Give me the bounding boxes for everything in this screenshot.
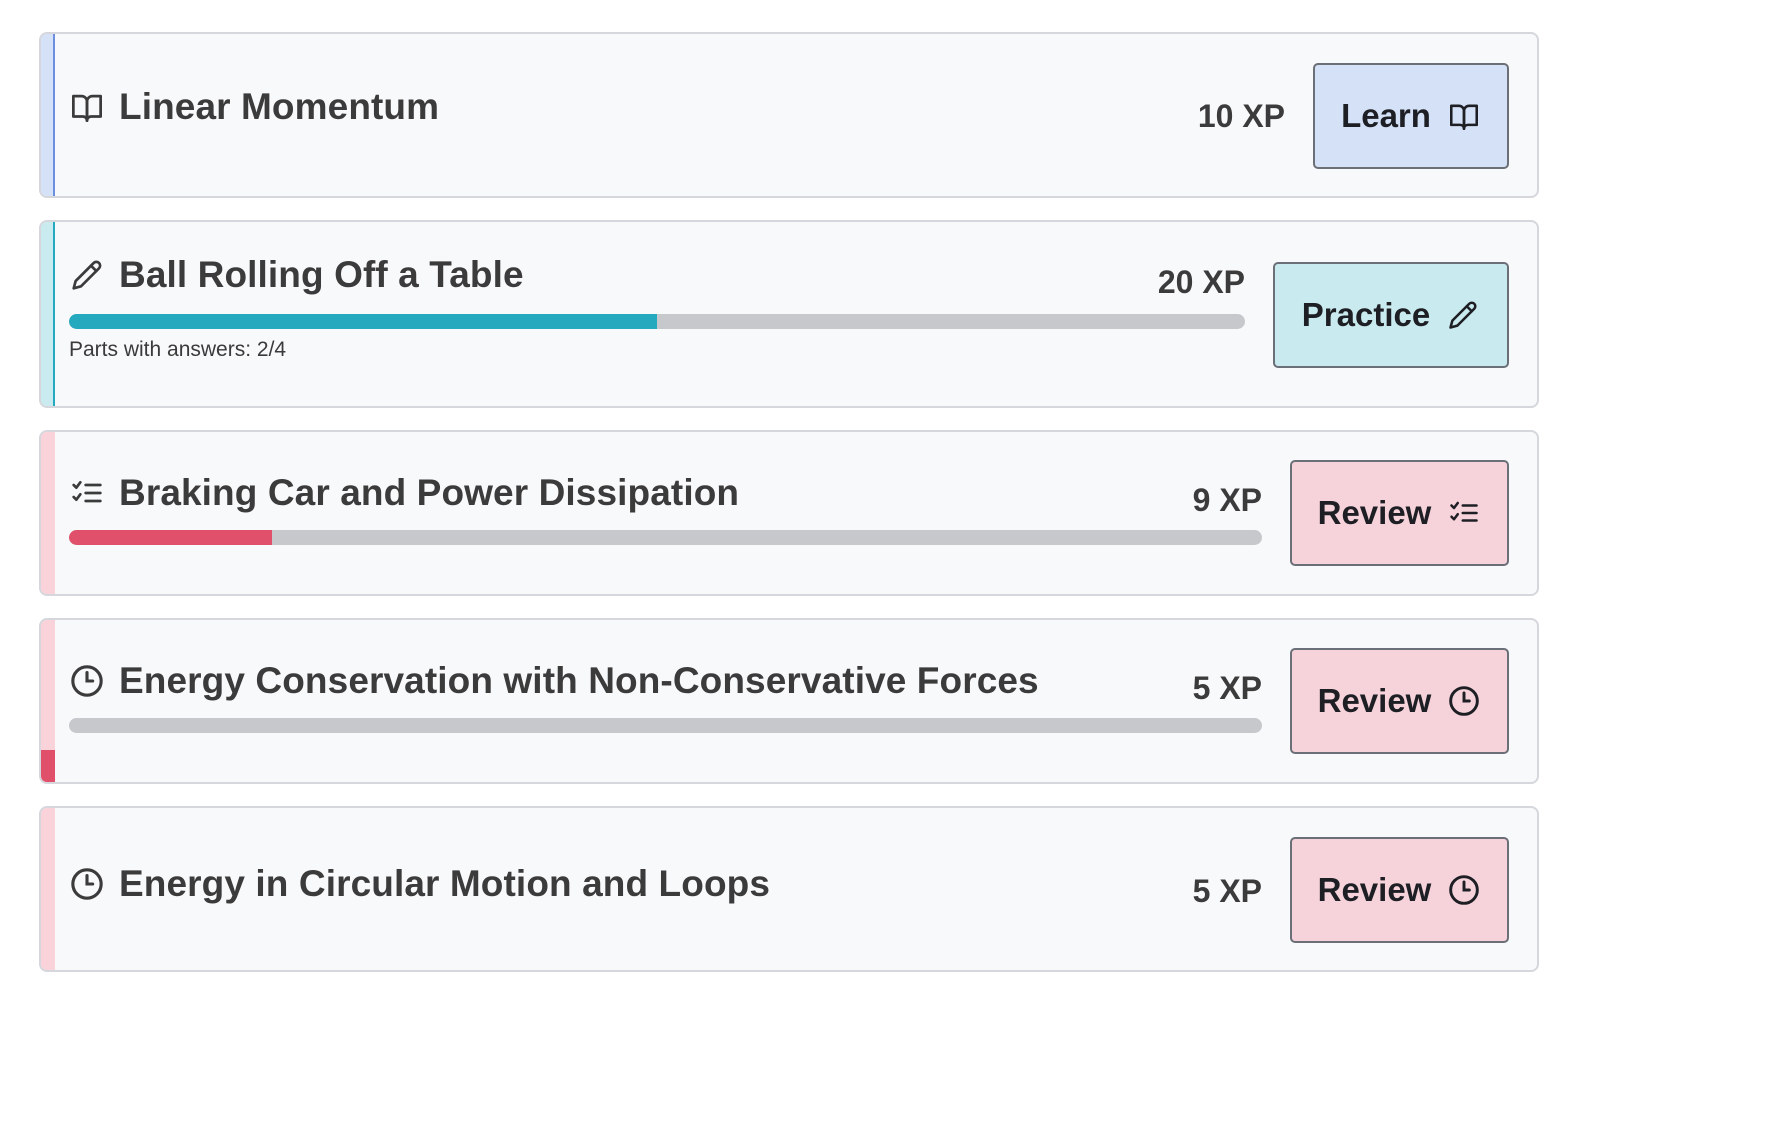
card-accent-stripe [41, 222, 55, 406]
activity-card-linear-momentum: Linear Momentum 10 XP Learn [39, 32, 1539, 198]
clock-icon [1447, 684, 1481, 718]
activity-card-energy-conservation: Energy Conservation with Non-Conservativ… [39, 618, 1539, 784]
book-open-icon [69, 89, 105, 125]
activity-card-braking-car: Braking Car and Power Dissipation 9 XP R… [39, 430, 1539, 596]
pencil-icon [1446, 298, 1480, 332]
progress-bar [69, 530, 1262, 545]
learn-button-label: Learn [1341, 97, 1431, 134]
review-button[interactable]: Review [1290, 460, 1509, 566]
review-button-label: Review [1317, 494, 1432, 531]
review-button-label: Review [1317, 871, 1432, 908]
practice-button-label: Practice [1301, 296, 1431, 333]
activity-title: Braking Car and Power Dissipation [119, 472, 740, 513]
checklist-icon [69, 475, 105, 511]
review-button-label: Review [1317, 682, 1432, 719]
pencil-icon [69, 257, 105, 293]
progress-bar [69, 718, 1262, 733]
card-title-row: Energy in Circular Motion and Loops [69, 863, 770, 905]
review-button[interactable]: Review [1290, 837, 1509, 943]
xp-value: 9 XP [1192, 482, 1262, 518]
clock-icon [69, 663, 105, 699]
card-title-row: Ball Rolling Off a Table [69, 254, 524, 296]
activity-title: Linear Momentum [119, 86, 440, 127]
checklist-icon [1447, 496, 1481, 530]
activity-card-ball-rolling: Ball Rolling Off a Table 20 XP Parts wit… [39, 220, 1539, 408]
book-open-icon [1447, 99, 1481, 133]
card-accent-stripe [41, 34, 55, 196]
stripe-progress-fill [41, 749, 55, 782]
card-accent-stripe [41, 808, 55, 970]
card-title-row: Energy Conservation with Non-Conservativ… [69, 660, 1039, 702]
progress-fill [69, 314, 657, 329]
clock-icon [1447, 873, 1481, 907]
xp-value: 5 XP [1192, 670, 1262, 706]
progress-bar [69, 314, 1245, 329]
xp-value: 5 XP [1192, 873, 1262, 909]
learn-button[interactable]: Learn [1313, 63, 1509, 169]
activity-title: Energy in Circular Motion and Loops [119, 863, 771, 904]
card-accent-stripe [41, 620, 55, 782]
answers-status: Parts with answers: 2/4 [69, 338, 287, 361]
xp-value: 10 XP [1197, 98, 1285, 134]
progress-fill [69, 530, 272, 545]
clock-icon [69, 866, 105, 902]
activity-title: Ball Rolling Off a Table [119, 254, 524, 295]
review-button[interactable]: Review [1290, 648, 1509, 754]
activity-title: Energy Conservation with Non-Conservativ… [119, 660, 1039, 701]
activity-card-circular-motion: Energy in Circular Motion and Loops 5 XP… [39, 806, 1539, 972]
card-accent-stripe [41, 432, 55, 594]
card-title-row: Linear Momentum [69, 86, 439, 128]
card-title-row: Braking Car and Power Dissipation [69, 472, 739, 514]
practice-button[interactable]: Practice [1273, 262, 1509, 368]
xp-value: 20 XP [1157, 264, 1245, 300]
